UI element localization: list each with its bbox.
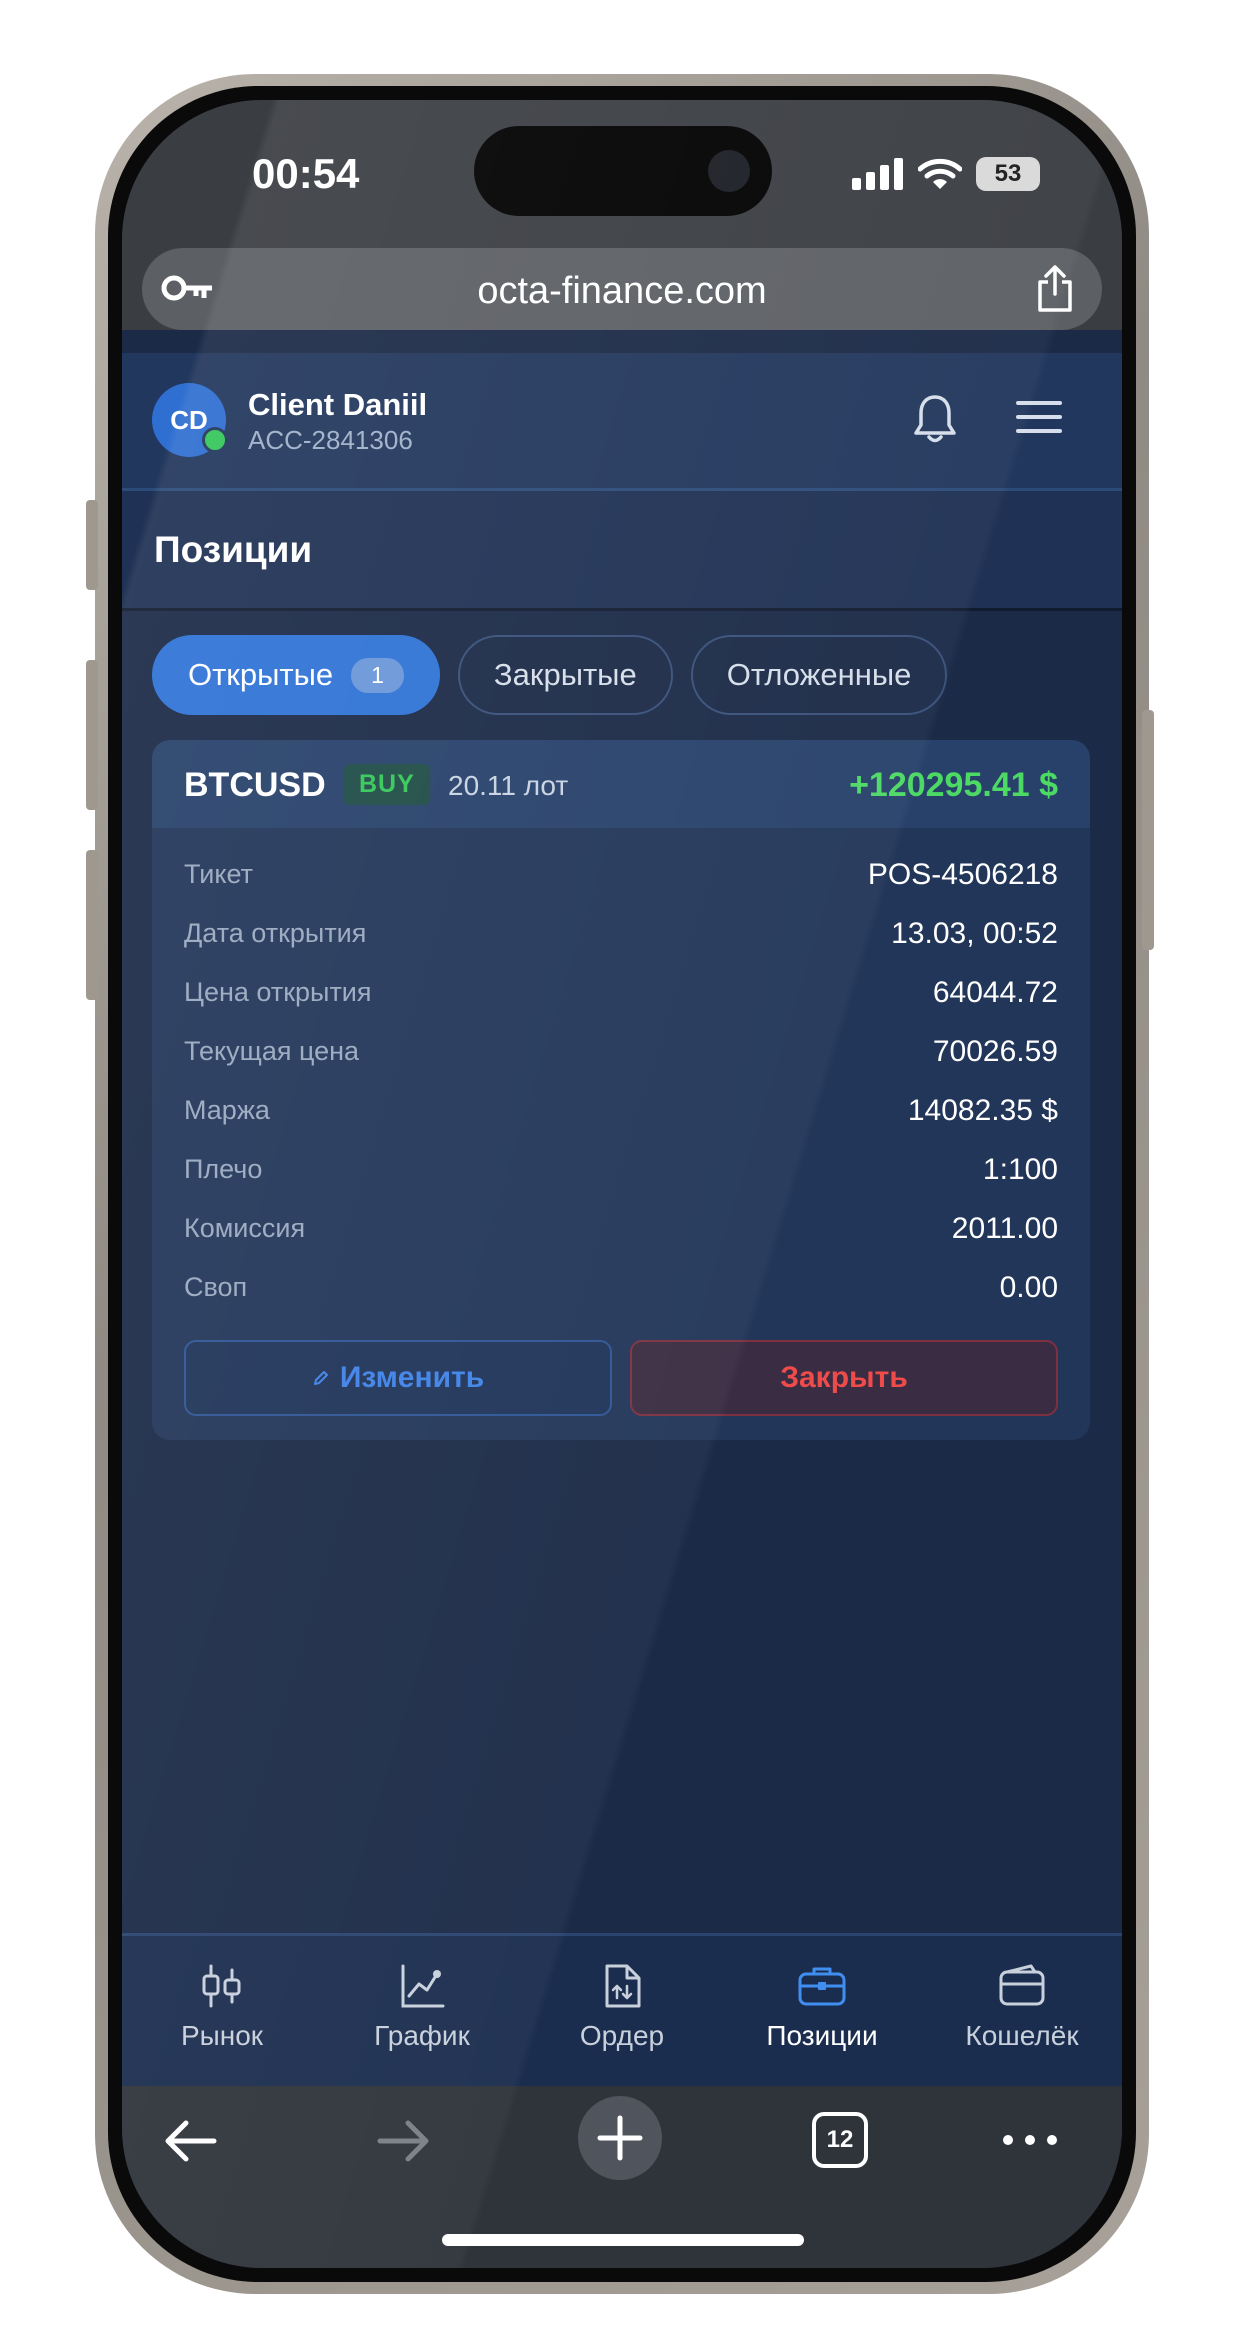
detail-value: 14082.35 $ <box>907 1093 1058 1127</box>
camera-icon <box>708 150 750 192</box>
tab-pending[interactable]: Отложенные <box>690 635 948 715</box>
position-card-header: BTCUSD BUY 20.11 лот +120295.41 $ <box>152 740 1090 828</box>
positions-tabs: Открытые 1 Закрытые Отложенные <box>152 635 948 715</box>
detail-row-open-date: Дата открытия 13.03, 00:52 <box>184 904 1058 963</box>
detail-value: POS-4506218 <box>867 857 1058 891</box>
close-position-button[interactable]: Закрыть <box>630 1340 1058 1416</box>
app-header: CD Client Daniil ACC-2841306 <box>122 353 1122 491</box>
detail-row-commission: Комиссия 2011.00 <box>184 1199 1058 1258</box>
detail-value: 0.00 <box>999 1270 1058 1304</box>
nav-label: Позиции <box>766 2020 878 2051</box>
tab-pending-label: Отложенные <box>726 657 912 692</box>
status-time: 00:54 <box>252 150 360 197</box>
tab-open-label: Открытые <box>188 657 334 692</box>
nav-label: Ордер <box>579 2020 665 2051</box>
account-id: ACC-2841306 <box>248 425 413 455</box>
nav-item-wallet[interactable]: Кошелёк <box>922 1962 1122 2052</box>
detail-row-leverage: Плечо 1:100 <box>184 1140 1058 1199</box>
detail-value: 64044.72 <box>932 975 1058 1009</box>
detail-label: Своп <box>184 1272 248 1302</box>
close-position-label: Закрыть <box>780 1361 908 1394</box>
back-arrow-icon[interactable] <box>160 2116 220 2166</box>
detail-label: Тикет <box>184 859 253 889</box>
order-document-icon <box>605 1964 641 2008</box>
position-symbol: BTCUSD <box>184 766 326 804</box>
status-icons: 53 <box>852 156 1040 192</box>
detail-value: 2011.00 <box>951 1211 1058 1245</box>
phone-action-button <box>86 500 98 590</box>
detail-label: Цена открытия <box>184 977 372 1007</box>
battery-indicator: 53 <box>976 157 1040 191</box>
phone-power-button <box>1142 710 1154 950</box>
avatar-initials: CD <box>170 404 208 435</box>
tab-open-count-badge: 1 <box>351 657 404 693</box>
position-pnl: +120295.41 $ <box>849 766 1058 804</box>
tab-open[interactable]: Открытые 1 <box>152 635 440 715</box>
edit-position-button[interactable]: Изменить <box>184 1340 612 1416</box>
briefcase-icon <box>798 1967 846 2006</box>
page-title: Позиции <box>154 529 313 570</box>
nav-label: График <box>374 2020 470 2051</box>
bottom-nav: Рынок График Ордер Позиции Кошелёк <box>122 1933 1122 2088</box>
position-lots: 20.11 лот <box>448 770 569 801</box>
browser-url-bar[interactable]: octa-finance.com <box>142 248 1102 330</box>
forward-arrow-icon[interactable] <box>374 2116 434 2166</box>
detail-row-ticket: Тикет POS-4506218 <box>184 845 1058 904</box>
tab-closed-label: Закрытые <box>493 657 637 692</box>
nav-item-order[interactable]: Ордер <box>522 1962 722 2052</box>
nav-item-positions[interactable]: Позиции <box>722 1962 922 2052</box>
detail-label: Маржа <box>184 1095 270 1125</box>
edit-position-label: Изменить <box>339 1361 485 1394</box>
online-status-dot <box>202 427 228 453</box>
wifi-icon <box>918 158 962 189</box>
phone-screen: 00:54 53 octa-finance.com CD Client Dani… <box>122 100 1122 2268</box>
url-text[interactable]: octa-finance.com <box>142 270 1102 313</box>
home-indicator[interactable] <box>442 2234 804 2246</box>
phone-volume-up-button <box>86 660 98 810</box>
user-name: Client Daniil <box>248 387 428 422</box>
hamburger-menu-icon[interactable] <box>1016 397 1062 437</box>
buy-badge: BUY <box>344 764 430 805</box>
status-bar: 00:54 53 octa-finance.com <box>122 100 1122 330</box>
candlestick-icon <box>202 1964 241 2008</box>
detail-value: 70026.59 <box>932 1034 1058 1068</box>
nav-item-chart[interactable]: График <box>322 1962 522 2052</box>
tabs-count-button[interactable]: 12 <box>812 2112 868 2168</box>
position-actions: Изменить Закрыть <box>184 1340 1058 1416</box>
detail-label: Плечо <box>184 1154 263 1184</box>
browser-toolbar: 12 <box>122 2086 1122 2268</box>
nav-label: Рынок <box>180 2020 264 2051</box>
wallet-icon <box>999 1964 1045 2006</box>
nav-item-market[interactable]: Рынок <box>122 1962 322 2052</box>
plus-icon <box>597 2115 643 2161</box>
position-details: Тикет POS-4506218 Дата открытия 13.03, 0… <box>184 845 1058 1317</box>
notifications-bell-icon[interactable] <box>912 391 958 445</box>
position-card: BTCUSD BUY 20.11 лот +120295.41 $ Тикет … <box>152 740 1090 1440</box>
chart-line-icon <box>401 1964 445 2008</box>
phone-volume-down-button <box>86 850 98 1000</box>
pencil-icon <box>313 1371 328 1385</box>
more-options-icon[interactable] <box>1000 2130 1060 2150</box>
detail-value: 13.03, 00:52 <box>891 916 1058 950</box>
detail-row-margin: Маржа 14082.35 $ <box>184 1081 1058 1140</box>
tabs-count: 12 <box>826 2126 854 2153</box>
detail-label: Комиссия <box>184 1213 306 1243</box>
tab-closed[interactable]: Закрытые <box>457 635 673 715</box>
detail-row-open-price: Цена открытия 64044.72 <box>184 963 1058 1022</box>
detail-label: Текущая цена <box>184 1036 360 1066</box>
dynamic-island <box>474 126 772 216</box>
share-icon[interactable] <box>1034 264 1076 314</box>
avatar[interactable]: CD <box>152 383 228 457</box>
detail-label: Дата открытия <box>184 918 367 948</box>
cellular-signal-icon <box>852 158 903 190</box>
detail-row-swap: Своп 0.00 <box>184 1258 1058 1317</box>
nav-label: Кошелёк <box>965 2020 1079 2051</box>
detail-row-current-price: Текущая цена 70026.59 <box>184 1022 1058 1081</box>
new-tab-button[interactable] <box>578 2096 662 2180</box>
detail-value: 1:100 <box>982 1152 1058 1186</box>
page-title-bar: Позиции <box>122 491 1122 611</box>
